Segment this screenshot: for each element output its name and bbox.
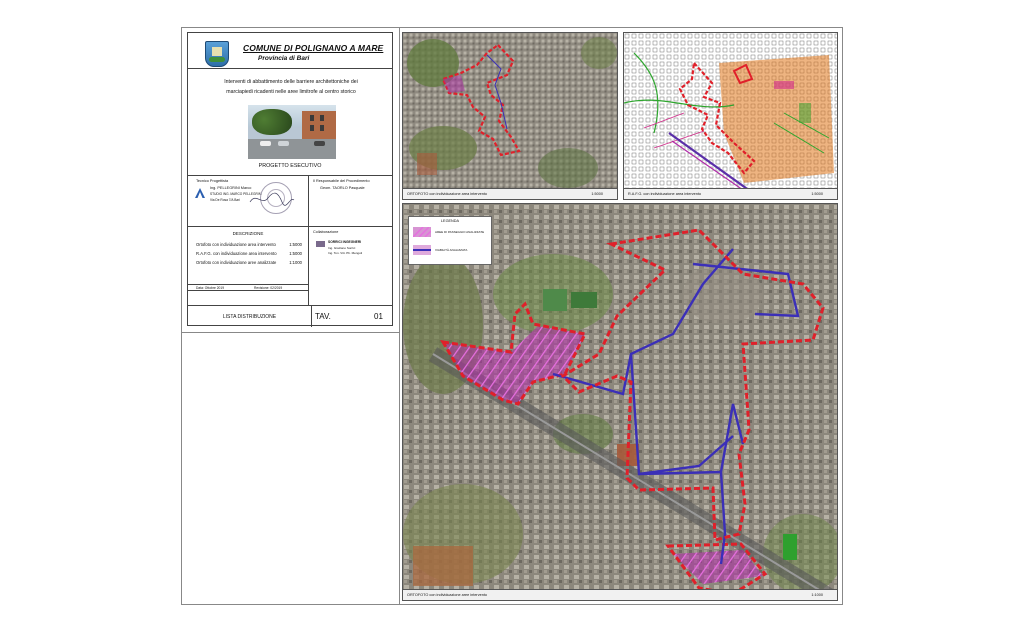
vertical-divider [399,28,400,604]
map-caption-scale: 1:5000 [591,192,603,196]
subject-line-2: marciapiedi ricadenti nelle aree limitro… [226,89,356,95]
description-box: DESCRIZIONE Ortofoto con individuazione … [188,227,309,305]
coat-of-arms-icon [205,41,229,67]
description-item-label: Ortofoto con individuazione aree analizz… [196,260,277,265]
route-line-icon [413,245,431,255]
collaborator-line-2: Ing. Ton. Vitt. Pb. Mengoli [328,251,363,255]
ortofoto-small-map: ORTOFOTO con individuazione area interve… [402,32,618,200]
hatched-area-icon [413,227,431,237]
designer-name: Ing. PELLEGRINI Marco [210,186,252,190]
studio-logo-icon [195,188,205,198]
rafg-map: R.A.F.G. con individuazione area interve… [623,32,838,200]
legend-item-areas: AREE DI PASSEGGIO ANALIZZATE [435,230,485,234]
map-caption-title: ORTOFOTO con individuazione area interve… [407,192,487,196]
description-title: DESCRIZIONE [232,231,264,236]
aerial-image [403,33,617,199]
studio-address: Via De Rosa 7/A Bari [210,198,240,202]
description-item: Ortofoto con individuazione aree analizz… [196,260,302,265]
map-caption: ORTOFOTO con individuazione aree interve… [403,589,837,600]
designer-box: Tecnico Progettista Ing. PELLEGRINI Marc… [188,176,309,226]
provincia-name: Provincia di Bari [258,55,310,62]
signature-mark [249,192,295,206]
description-item-scale: 1:1000 [289,260,302,265]
horizontal-divider [182,332,399,333]
site-photo [248,105,336,159]
map-caption-title: R.A.F.G. con individuazione area interve… [628,192,702,196]
map-caption-scale: 1:1000 [811,593,823,597]
distribution-row: LISTA DISTRIBUZIONE TAV. 01 [188,306,392,327]
description-item-scale: 1:5000 [289,251,302,256]
table-number: 01 [374,312,383,321]
responsabile-role: Il Responsabile del Procedimento [313,179,370,183]
title-block: COMUNE DI POLIGNANO A MARE Provincia di … [187,32,393,327]
collaborator-role: Collaborazione [313,230,339,234]
map-caption: R.A.F.G. con individuazione area interve… [624,188,837,199]
map-legend: LEGENDA AREE DI PASSEGGIO ANALIZZATE VIA… [408,216,492,265]
drawing-sheet: COMUNE DI POLIGNANO A MARE Provincia di … [181,27,843,605]
project-description: Interventi di abbattimento delle barrier… [196,77,386,97]
description-section: DESCRIZIONE Ortofoto con individuazione … [188,227,392,306]
map-caption-title: ORTOFOTO con individuazione aree interve… [407,593,487,597]
description-item: R.A.F.G. con individuazione area interve… [196,251,302,256]
description-item-scale: 1:5000 [289,242,302,247]
description-item-label: R.A.F.G. con individuazione area interve… [196,251,277,256]
description-item: Ortofoto con individuazione area interve… [196,242,302,247]
legend-title: LEGENDA [440,219,460,223]
designer-role: Tecnico Progettista [196,179,229,183]
comune-name: COMUNE DI POLIGNANO A MARE [243,43,384,53]
collaborator-logo-icon [316,241,325,247]
map-caption-scale: 1:5000 [811,192,823,196]
legend-item-roads: VIABILITÀ ANALIZZATA [435,248,468,252]
table-label: TAV. [315,312,331,321]
distribution-list-label: LISTA DISTRIBUZIONE [222,314,277,320]
project-subject: Interventi di abbattimento delle barrier… [188,69,392,176]
title-header: COMUNE DI POLIGNANO A MARE Provincia di … [188,33,392,69]
ortofoto-large-map: LEGENDA AREE DI PASSEGGIO ANALIZZATE VIA… [402,203,838,601]
collaborator-company: SORRICI INGEGNERI [328,240,362,244]
responsabile-name: Geom. TAORLO Pasquale [320,186,365,190]
project-phase: PROGETTO ESECUTIVO [258,163,322,169]
technical-section: Tecnico Progettista Ing. PELLEGRINI Marc… [188,176,392,227]
description-item-label: Ortofoto con individuazione area interve… [196,242,276,247]
collaborator-line-1: Ing. Graziano Sorrici [328,246,356,250]
subject-line-1: Interventi di abbattimento delle barrier… [224,79,358,85]
map-caption: ORTOFOTO con individuazione area interve… [403,188,617,199]
cadastral-map [624,33,837,199]
